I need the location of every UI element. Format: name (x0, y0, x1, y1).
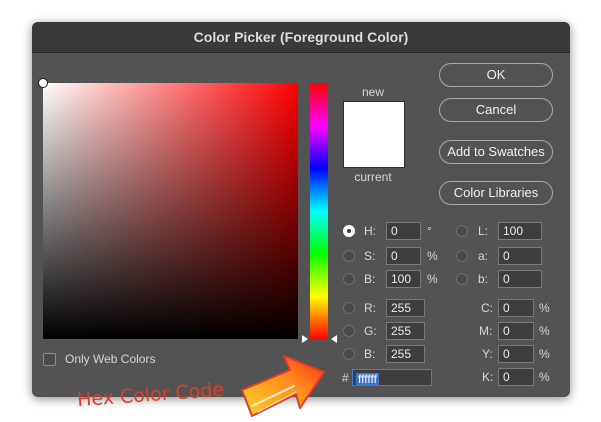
only-web-colors-label: Only Web Colors (65, 352, 156, 366)
y-unit: % (539, 347, 550, 361)
r-label: R: (364, 301, 376, 315)
lab-b-label: b: (478, 272, 489, 286)
lab-b-input[interactable]: 0 (498, 270, 542, 288)
color-field-marker[interactable] (38, 78, 48, 88)
radio-a[interactable] (456, 250, 468, 262)
b-input[interactable]: 100 (386, 270, 421, 288)
new-label: new (361, 85, 384, 99)
hue-arrow-right-icon[interactable] (331, 335, 337, 343)
new-color-swatch (343, 101, 405, 136)
k-label: K: (482, 370, 494, 384)
r-input[interactable]: 255 (386, 299, 425, 317)
hex-input[interactable]: ffffff (352, 369, 432, 386)
s-input[interactable]: 0 (386, 247, 421, 265)
radio-r[interactable] (343, 302, 355, 314)
current-label: current (354, 170, 392, 184)
y-label: Y: (482, 347, 493, 361)
radio-g[interactable] (343, 325, 355, 337)
rgb-b-label: B: (364, 347, 376, 361)
hex-symbol: # (342, 371, 349, 385)
radio-h[interactable] (343, 225, 355, 237)
m-unit: % (539, 324, 550, 338)
h-label: H: (364, 224, 376, 238)
hue-slider[interactable] (310, 83, 328, 339)
rgb-b-input[interactable]: 255 (386, 345, 425, 363)
l-input[interactable]: 100 (498, 222, 542, 240)
y-input[interactable]: 0 (498, 345, 534, 363)
radio-rgb-b[interactable] (343, 348, 355, 360)
c-unit: % (539, 301, 550, 315)
k-input[interactable]: 0 (498, 368, 534, 386)
color-libraries-button[interactable]: Color Libraries (439, 181, 553, 205)
k-unit: % (539, 370, 550, 384)
radio-l[interactable] (456, 225, 468, 237)
g-label: G: (364, 324, 377, 338)
c-label: C: (481, 301, 493, 315)
cancel-button[interactable]: Cancel (439, 98, 553, 122)
a-label: a: (478, 249, 489, 263)
b-label: B: (364, 272, 376, 286)
m-input[interactable]: 0 (498, 322, 534, 340)
h-unit: ° (427, 224, 432, 238)
l-label: L: (478, 224, 489, 238)
ok-button[interactable]: OK (439, 63, 553, 87)
add-to-swatches-button[interactable]: Add to Swatches (439, 140, 553, 164)
b-unit: % (427, 272, 438, 286)
radio-lab-b[interactable] (456, 273, 468, 285)
h-input[interactable]: 0 (386, 222, 421, 240)
hex-value: ffffff (356, 372, 379, 386)
dialog-title: Color Picker (Foreground Color) (32, 22, 570, 53)
m-label: M: (479, 324, 493, 338)
g-input[interactable]: 255 (386, 322, 425, 340)
color-picker-dialog: Color Picker (Foreground Color) new curr… (32, 22, 570, 397)
color-field[interactable] (38, 78, 298, 339)
only-web-colors-checkbox[interactable] (43, 353, 56, 366)
s-unit: % (427, 249, 438, 263)
radio-s[interactable] (343, 250, 355, 262)
current-color-swatch[interactable] (343, 134, 405, 168)
hue-arrow-left-icon[interactable] (302, 335, 308, 343)
radio-b[interactable] (343, 273, 355, 285)
s-label: S: (364, 249, 376, 263)
annotation-arrow-icon (241, 355, 325, 417)
c-input[interactable]: 0 (498, 299, 534, 317)
a-input[interactable]: 0 (498, 247, 542, 265)
